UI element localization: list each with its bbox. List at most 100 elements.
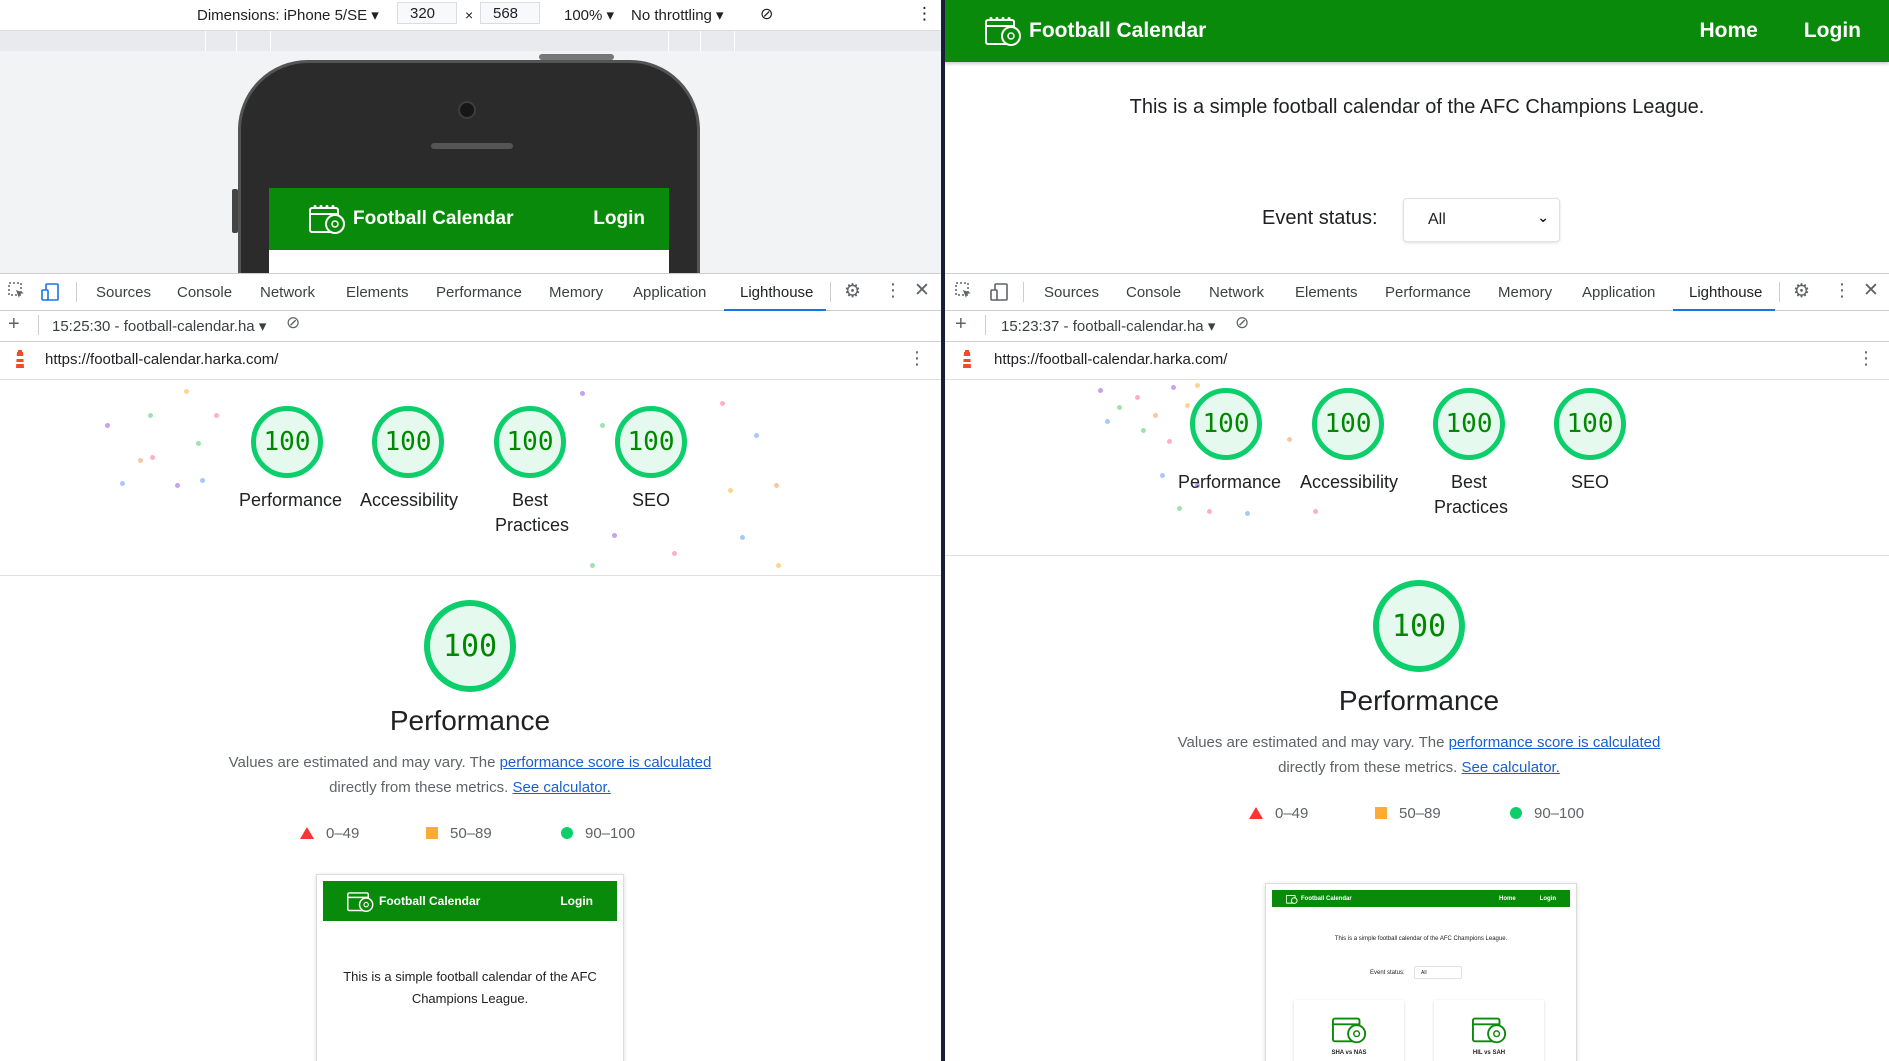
thumbnail-login: Login	[1539, 895, 1556, 902]
score-ring: 100	[1554, 388, 1626, 460]
clear-reports-icon[interactable]: ⊘	[286, 313, 300, 333]
settings-gear-icon[interactable]: ⚙	[844, 280, 864, 302]
throttling-dropdown[interactable]: No throttling ▾	[631, 6, 724, 24]
phone-power-button	[539, 54, 614, 60]
height-input[interactable]: 568	[480, 2, 540, 24]
tab-application[interactable]: Application	[1582, 284, 1655, 301]
devtools-menu-icon[interactable]: ⋮	[884, 280, 904, 300]
tab-network[interactable]: Network	[260, 284, 315, 301]
thumbnail-status-value: All	[1421, 970, 1427, 976]
calendar-ball-icon	[1332, 1017, 1367, 1044]
score-calculated-link[interactable]: performance score is calculated	[500, 754, 712, 771]
close-icon[interactable]: ✕	[1863, 279, 1883, 301]
phone-brand[interactable]: Football Calendar	[309, 204, 513, 234]
final-screenshot-thumbnail[interactable]: Football Calendar Login This is a simple…	[316, 874, 624, 1061]
tab-application[interactable]: Application	[633, 284, 706, 301]
inspect-icon[interactable]	[955, 282, 975, 302]
thumbnail-intro: This is a simple football calendar of th…	[343, 969, 597, 1006]
site-navbar: Football Calendar Home Login	[945, 0, 1889, 62]
inspect-icon[interactable]	[8, 282, 28, 302]
report-selector-label: 15:23:37 - football-calendar.ha	[1001, 318, 1204, 335]
gauge-seo[interactable]: 100 SEO	[1542, 388, 1638, 495]
see-calculator-link[interactable]: See calculator.	[1461, 759, 1559, 776]
performance-heading: Performance	[1338, 685, 1500, 716]
score-legend: 0–49 50–89 90–100	[1249, 805, 1649, 825]
divider	[945, 555, 1889, 556]
tab-lighthouse[interactable]: Lighthouse	[1689, 284, 1762, 301]
legend-pass: 90–100	[1534, 805, 1585, 822]
dimensions-dropdown[interactable]: Dimensions: iPhone 5/SE ▾	[197, 6, 379, 24]
login-link[interactable]: Login	[1804, 19, 1861, 43]
tab-performance[interactable]: Performance	[1385, 284, 1471, 301]
new-report-plus-icon[interactable]: +	[8, 313, 20, 336]
score-ring: 100	[251, 406, 323, 478]
legend-average: 50–89	[1399, 805, 1441, 822]
score-calculated-link[interactable]: performance score is calculated	[1449, 734, 1661, 751]
report-menu-icon[interactable]: ⋮	[908, 348, 926, 369]
lighthouse-icon	[16, 350, 24, 368]
report-url[interactable]: https://football-calendar.harka.com/	[45, 351, 278, 368]
tab-elements[interactable]: Elements	[1295, 284, 1358, 301]
lighthouse-toolbar: + 15:23:37 - football-calendar.ha ▾ ⊘	[945, 309, 1889, 342]
tab-console[interactable]: Console	[177, 284, 232, 301]
gauge-label: Performance	[239, 490, 343, 510]
gauge-seo[interactable]: 100 SEO	[603, 406, 699, 513]
thumbnail-navbar: Football Calendar Home Login	[1272, 890, 1570, 907]
gauge-accessibility[interactable]: 100 Accessibility	[360, 406, 458, 513]
device-toggle-icon[interactable]	[40, 282, 60, 302]
tab-lighthouse[interactable]: Lighthouse	[740, 284, 813, 301]
calendar-ball-icon	[309, 205, 345, 234]
tab-elements[interactable]: Elements	[346, 284, 409, 301]
tab-sources[interactable]: Sources	[96, 284, 151, 301]
rotate-icon[interactable]: ⊘	[760, 4, 773, 24]
report-selector[interactable]: 15:25:30 - football-calendar.ha ▾	[52, 317, 266, 335]
phone-login-link[interactable]: Login	[593, 208, 645, 230]
thumbnail-login: Login	[560, 894, 593, 908]
settings-gear-icon[interactable]: ⚙	[1793, 280, 1813, 302]
score-ring: 100	[1373, 580, 1465, 672]
event-status-select[interactable]: All ⌄	[1403, 198, 1560, 242]
report-url[interactable]: https://football-calendar.harka.com/	[994, 351, 1227, 368]
thumbnail-card-title: HIL vs SAH	[1472, 1050, 1506, 1056]
tab-sources[interactable]: Sources	[1044, 284, 1099, 301]
legend-fail: 0–49	[326, 825, 360, 842]
width-input[interactable]: 320	[397, 2, 457, 24]
thumbnail-status-label: Event status:	[1370, 970, 1405, 976]
site-brand[interactable]: Football Calendar	[985, 16, 1206, 46]
dimensions-label: Dimensions: iPhone 5/SE	[197, 7, 368, 24]
tab-console[interactable]: Console	[1126, 284, 1181, 301]
tab-memory[interactable]: Memory	[549, 284, 603, 301]
lighthouse-toolbar: + 15:25:30 - football-calendar.ha ▾ ⊘	[0, 309, 941, 342]
devtools-menu-icon[interactable]: ⋮	[1833, 280, 1853, 300]
zoom-dropdown[interactable]: 100% ▾	[564, 6, 614, 24]
new-report-plus-icon[interactable]: +	[955, 313, 967, 336]
clear-reports-icon[interactable]: ⊘	[1235, 313, 1249, 333]
separator	[985, 315, 986, 335]
close-icon[interactable]: ✕	[914, 279, 934, 301]
gauge-performance[interactable]: 100 Performance	[1178, 388, 1281, 495]
gauge-best-practices[interactable]: 100 Best Practices	[482, 406, 578, 538]
divider	[0, 575, 941, 576]
site-brand-text: Football Calendar	[1029, 19, 1207, 42]
calendar-ball-icon	[1286, 894, 1298, 904]
gauge-performance[interactable]: 100 Performance	[239, 406, 343, 513]
tab-memory[interactable]: Memory	[1498, 284, 1552, 301]
home-link[interactable]: Home	[1699, 19, 1757, 43]
more-options-icon[interactable]: ⋮	[916, 4, 933, 24]
devtools-tabbar: Sources Console Network Elements Perform…	[0, 273, 941, 311]
report-menu-icon[interactable]: ⋮	[1857, 348, 1875, 369]
gauge-best-practices[interactable]: 100 Best Practices	[1421, 388, 1517, 520]
gauge-accessibility[interactable]: 100 Accessibility	[1300, 388, 1398, 495]
separator	[1779, 282, 1780, 302]
media-query-ruler[interactable]	[0, 31, 941, 51]
report-selector[interactable]: 15:23:37 - football-calendar.ha ▾	[1001, 317, 1215, 335]
gauge-label: Best Practices	[1434, 472, 1509, 517]
pass-circle-icon	[1510, 807, 1522, 819]
see-calculator-link[interactable]: See calculator.	[512, 779, 610, 796]
final-screenshot-thumbnail[interactable]: Football Calendar Home Login This is a s…	[1265, 883, 1577, 1061]
tab-performance[interactable]: Performance	[436, 284, 522, 301]
performance-score-gauge: 100	[1367, 580, 1471, 672]
device-toggle-icon[interactable]	[989, 282, 1009, 302]
gauge-label: Best Practices	[495, 490, 570, 535]
tab-network[interactable]: Network	[1209, 284, 1264, 301]
